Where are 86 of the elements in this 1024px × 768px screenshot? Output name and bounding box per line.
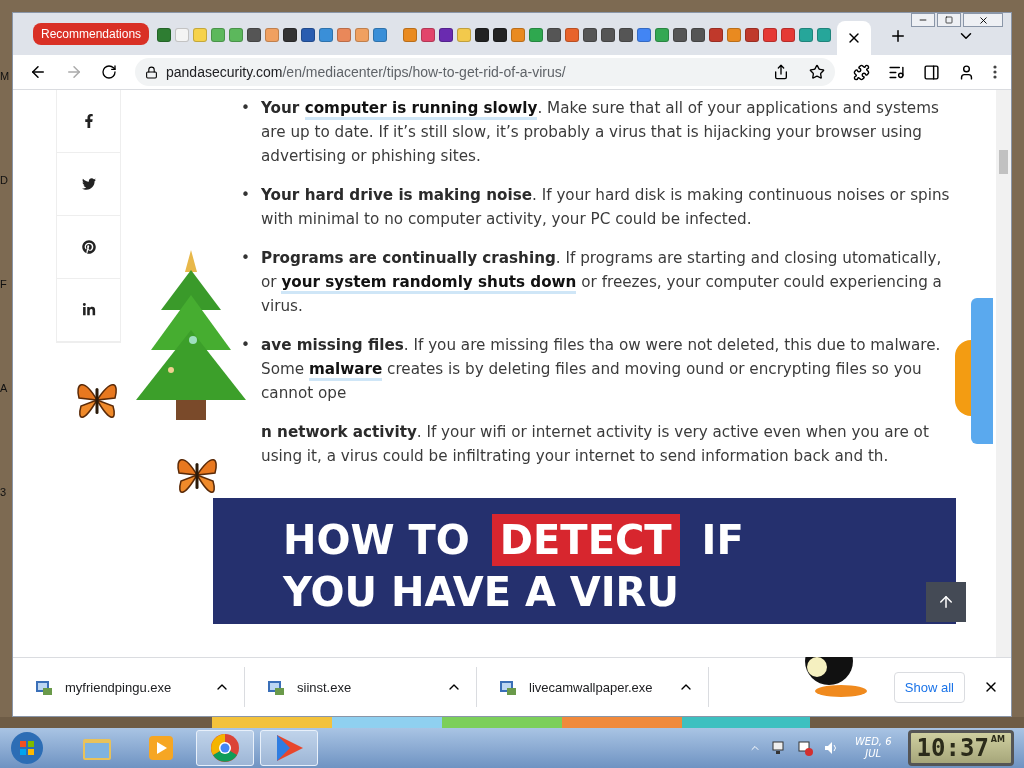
article-link[interactable]: your system randomly shuts down (281, 273, 577, 294)
pinned-tab-favicon[interactable] (583, 28, 598, 42)
pinned-tab-favicon[interactable] (745, 28, 760, 42)
taskbar-app-button[interactable] (196, 730, 254, 766)
download-filename: siinst.exe (297, 679, 353, 695)
download-filename: livecamwallpaper.exe (529, 679, 654, 695)
menu-icon (993, 65, 997, 79)
pinned-tab-favicon[interactable] (547, 28, 562, 42)
share-icon (773, 64, 789, 80)
banner-heading-line: YOU HAVE A VIRU (283, 568, 679, 617)
forward-arrow-icon (65, 63, 83, 81)
chrome-icon (210, 733, 240, 763)
desktop-icon-label: F (0, 278, 8, 290)
article-link[interactable]: malware (308, 360, 383, 381)
installer-icon (35, 678, 53, 696)
tab-group-label[interactable]: Recommendations (33, 23, 150, 45)
bullet-marker: • (241, 185, 251, 206)
date-weekday: WED, 6 (854, 736, 892, 748)
pinned-tab-favicon[interactable] (439, 28, 454, 42)
star-icon (809, 64, 825, 80)
pinned-tab-favicon[interactable] (493, 28, 508, 42)
network-icon[interactable] (770, 740, 787, 756)
lock-icon (145, 65, 158, 79)
pinned-tab-favicon[interactable] (301, 28, 316, 42)
profile-button[interactable] (958, 63, 975, 81)
side-panel-icon (923, 63, 940, 81)
side-panel-button[interactable] (923, 63, 940, 81)
pinterest-icon (81, 240, 96, 254)
pinned-tab-favicon[interactable] (247, 28, 262, 42)
start-orb-icon[interactable] (10, 731, 44, 765)
menu-button[interactable] (993, 65, 997, 79)
show-all-button[interactable]: Show all (893, 671, 965, 703)
url-path: /en/mediacenter/tips/how-to-get-rid-of-a-virus/ (282, 64, 567, 80)
pinned-tab-favicon[interactable] (619, 28, 634, 42)
banner-heading-word: IF (701, 516, 744, 565)
puzzle-icon (853, 63, 870, 81)
bullet-marker: • (241, 335, 251, 356)
pinned-tab-favicon[interactable] (283, 28, 298, 42)
bullet-marker: • (241, 248, 251, 269)
bullet-paragraph: Your hard drive is making noise. If your hard disk is making continuous noises or spins with minimal to no computer activity, your PC could be infected. (261, 185, 951, 230)
desktop-icon-label: M (0, 70, 11, 82)
scrollbar[interactable] (996, 90, 1011, 657)
download-item[interactable]: livecamwallpaper.exe (477, 667, 709, 707)
active-tab[interactable] (837, 21, 872, 55)
taskbar-app-button[interactable] (260, 730, 318, 766)
clock-time: 10:37 (916, 735, 989, 761)
pinned-tab-favicon[interactable] (691, 28, 706, 42)
address-bar[interactable]: pandasecurity.com/en/mediacenter/tips/how-to-get-rid-of-a-virus/ (135, 58, 835, 86)
installer-icon (267, 678, 285, 696)
volume-icon[interactable] (822, 740, 839, 756)
clock-ampm: AM (990, 735, 1005, 744)
bullet-paragraph: ave missing files. If you are missing files tha ow were not deleted, this due to malware. Some malware creates is by deleting files and moving ound or encrypting files so you cannot ope (261, 335, 942, 404)
extensions-button[interactable] (853, 63, 870, 81)
back-button[interactable] (29, 63, 47, 81)
desktop-icon-label: D (0, 174, 9, 186)
close-icon (977, 14, 989, 26)
bookmark-star-button[interactable] (809, 64, 825, 80)
bullet-paragraph: Your computer is running slowly. Make sure that all of your applications and systems are up to date. If it’s still slow, it’s probably a virus that is hijacking your browser using advertising or phishing sites. (261, 98, 940, 167)
download-item[interactable]: siinst.exe (245, 667, 477, 707)
linkedin-icon (81, 303, 96, 317)
bullet-paragraph: n network activity. If your wifi or internet activity is very active even when you are ot using it, a virus could be infiltrating your internet to send information back and th. (261, 422, 930, 467)
reload-icon (101, 64, 117, 80)
media-player-icon (147, 734, 175, 762)
bullet-paragraph: Programs are continually crashing. If programs are starting and closing utomatically, or your system randomly shuts down or freezes, your computer could experiencing a virus. (261, 248, 943, 317)
date-month: JUL (865, 748, 882, 760)
banner-heading-word: HOW TO (283, 516, 470, 565)
download-filename: myfriendpingu.exe (65, 679, 173, 695)
installer-icon (499, 678, 517, 696)
scrollbar-thumb[interactable] (999, 150, 1008, 174)
desktop-icon-label: A (0, 382, 9, 394)
reload-button[interactable] (101, 64, 117, 80)
bullet-marker: • (241, 98, 251, 119)
twitter-bird-icon (81, 177, 96, 191)
profile-icon (958, 63, 975, 81)
article-link[interactable]: computer is running slowly (304, 99, 538, 120)
share-button[interactable] (773, 64, 789, 80)
maximize-icon (945, 16, 953, 24)
desktop-icon-label: 3 (0, 486, 8, 498)
pinned-tab-favicon[interactable] (601, 28, 616, 42)
url-host: pandasecurity.com (166, 64, 283, 80)
scroll-to-top-button[interactable] (926, 582, 966, 622)
download-item[interactable]: myfriendpingu.exe (13, 667, 245, 707)
pinned-tab-favicon[interactable] (709, 28, 724, 42)
banner-heading-word: DETECT (491, 514, 680, 566)
pinned-tab-favicon[interactable] (673, 28, 688, 42)
pinned-tab-favicon[interactable] (475, 28, 490, 42)
